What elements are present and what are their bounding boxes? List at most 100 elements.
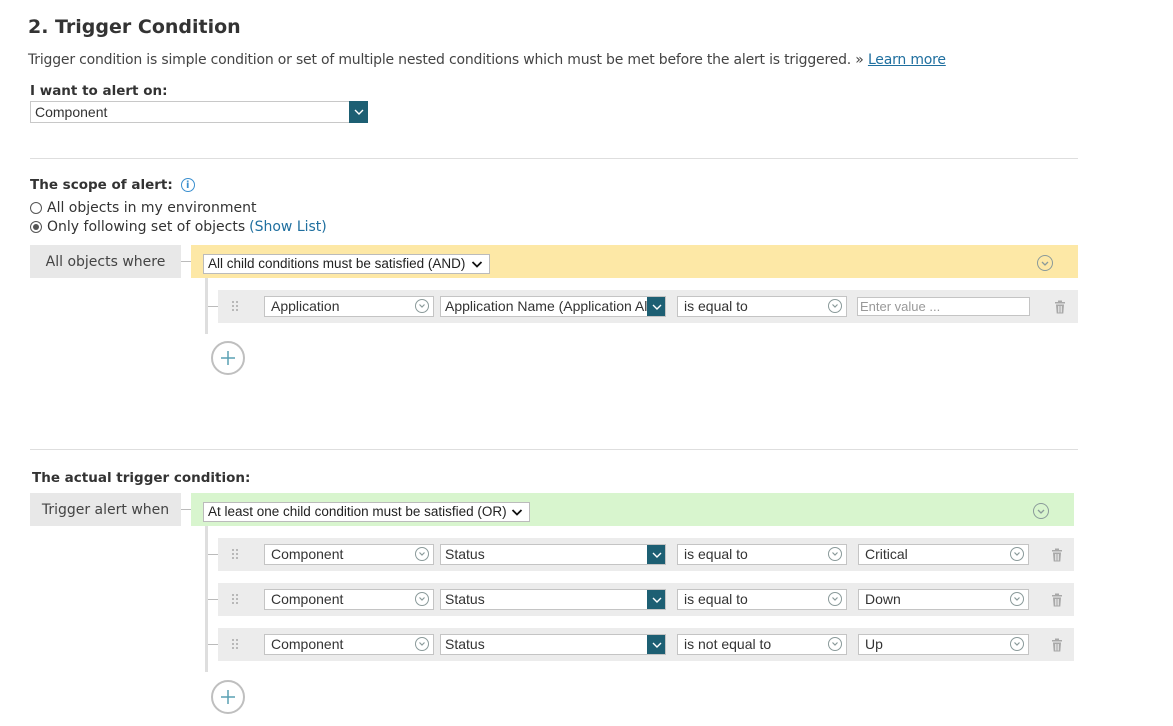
object-select[interactable]: Component	[264, 634, 434, 655]
operator-select[interactable]: is not equal to	[677, 634, 847, 655]
trash-icon[interactable]	[1051, 638, 1063, 652]
trigger-side-label: Trigger alert when	[30, 493, 181, 526]
alert-on-label: I want to alert on:	[30, 83, 168, 99]
chevron-down-icon	[471, 257, 483, 275]
add-condition-button[interactable]	[211, 341, 245, 375]
object-select[interactable]: Component	[264, 589, 434, 610]
description-text: Trigger condition is simple condition or…	[28, 52, 864, 68]
condition-row: Component Status is not equal to Up	[218, 628, 1074, 661]
add-condition-button[interactable]	[211, 680, 245, 714]
value-input[interactable]: Enter value ...	[857, 297, 1030, 316]
object-value: Component	[271, 546, 344, 562]
chevron-down-icon	[828, 592, 842, 606]
drag-handle-icon[interactable]	[231, 548, 239, 560]
scope-group-condition: All child conditions must be satisfied (…	[208, 256, 466, 271]
collapse-chevron-icon[interactable]	[1033, 503, 1049, 519]
condition-row: Component Status is equal to Critical	[218, 538, 1074, 571]
chevron-down-icon	[828, 299, 842, 313]
scope-option-all[interactable]: All objects in my environment	[30, 200, 256, 216]
object-value: Application	[271, 298, 340, 314]
scope-option-label: Only following set of objects	[47, 219, 246, 235]
trigger-label: The actual trigger condition:	[32, 470, 251, 486]
object-value: Component	[271, 591, 344, 607]
trigger-group-bar: At least one child condition must be sat…	[191, 493, 1074, 526]
operator-select[interactable]: is equal to	[677, 296, 847, 317]
chevron-down-icon	[415, 547, 429, 561]
alert-on-select[interactable]: Component	[30, 101, 368, 123]
field-select[interactable]: Status	[440, 634, 666, 655]
operator-select[interactable]: is equal to	[677, 589, 847, 610]
trash-icon[interactable]	[1051, 548, 1063, 562]
section-description: Trigger condition is simple condition or…	[28, 52, 946, 68]
chevron-down-icon	[647, 297, 665, 316]
section-title: 2. Trigger Condition	[28, 16, 241, 38]
drag-handle-icon[interactable]	[231, 300, 239, 312]
value-placeholder: Enter value ...	[860, 299, 941, 314]
chevron-down-icon	[415, 637, 429, 651]
chevron-down-icon	[828, 547, 842, 561]
plus-icon	[221, 690, 235, 704]
value-select[interactable]: Up	[858, 634, 1029, 655]
object-select[interactable]: Application	[264, 296, 434, 317]
drag-handle-icon[interactable]	[231, 638, 239, 650]
chevron-down-icon	[647, 590, 665, 609]
scope-group-bar: All child conditions must be satisfied (…	[191, 245, 1078, 278]
value-value: Critical	[865, 546, 908, 562]
chevron-down-icon	[647, 545, 665, 564]
value-select[interactable]: Critical	[858, 544, 1029, 565]
trigger-group-condition: At least one child condition must be sat…	[208, 504, 507, 519]
operator-value: is not equal to	[684, 636, 772, 652]
divider	[30, 449, 1078, 450]
chevron-down-icon	[647, 635, 665, 654]
divider	[30, 158, 1078, 159]
connector-line	[181, 509, 191, 510]
value-value: Up	[865, 636, 883, 652]
field-value: Status	[445, 546, 485, 562]
scope-label: The scope of alert:	[30, 177, 173, 193]
scope-label-row: The scope of alert: i	[30, 177, 195, 193]
field-select[interactable]: Application Name (Application Ale	[440, 296, 666, 317]
operator-select[interactable]: is equal to	[677, 544, 847, 565]
operator-value: is equal to	[684, 591, 748, 607]
operator-value: is equal to	[684, 546, 748, 562]
field-value: Application Name (Application Ale	[445, 298, 656, 314]
chevron-down-icon	[1010, 547, 1024, 561]
chevron-down-icon	[1010, 637, 1024, 651]
object-select[interactable]: Component	[264, 544, 434, 565]
alert-on-value: Component	[35, 104, 108, 120]
chevron-down-icon[interactable]	[349, 101, 368, 123]
plus-icon	[221, 351, 235, 365]
show-list-link[interactable]: (Show List)	[249, 219, 327, 235]
trigger-group-select[interactable]: At least one child condition must be sat…	[203, 502, 530, 522]
condition-row: Component Status is equal to Down	[218, 583, 1074, 616]
object-value: Component	[271, 636, 344, 652]
scope-group-select[interactable]: All child conditions must be satisfied (…	[203, 254, 491, 275]
field-value: Status	[445, 636, 485, 652]
radio-button-selected[interactable]	[30, 221, 42, 233]
radio-button[interactable]	[30, 202, 42, 214]
learn-more-link[interactable]: Learn more	[868, 52, 946, 68]
info-icon[interactable]: i	[180, 178, 195, 192]
field-select[interactable]: Status	[440, 589, 666, 610]
value-select[interactable]: Down	[858, 589, 1029, 610]
trash-icon[interactable]	[1051, 593, 1063, 607]
field-select[interactable]: Status	[440, 544, 666, 565]
chevron-down-icon	[415, 299, 429, 313]
scope-side-label: All objects where	[30, 245, 181, 278]
chevron-down-icon	[511, 505, 523, 523]
chevron-down-icon	[1010, 592, 1024, 606]
connector-line	[208, 599, 218, 600]
operator-value: is equal to	[684, 298, 748, 314]
collapse-chevron-icon[interactable]	[1037, 255, 1053, 271]
connector-line	[181, 261, 191, 262]
trash-icon[interactable]	[1054, 300, 1066, 314]
field-value: Status	[445, 591, 485, 607]
condition-row: Application Application Name (Applicatio…	[218, 290, 1078, 323]
scope-option-label: All objects in my environment	[47, 200, 257, 216]
connector-line	[208, 554, 218, 555]
connector-line	[208, 306, 218, 307]
connector-line	[208, 644, 218, 645]
chevron-down-icon	[828, 637, 842, 651]
drag-handle-icon[interactable]	[231, 593, 239, 605]
scope-option-following[interactable]: Only following set of objects (Show List…	[30, 219, 327, 235]
